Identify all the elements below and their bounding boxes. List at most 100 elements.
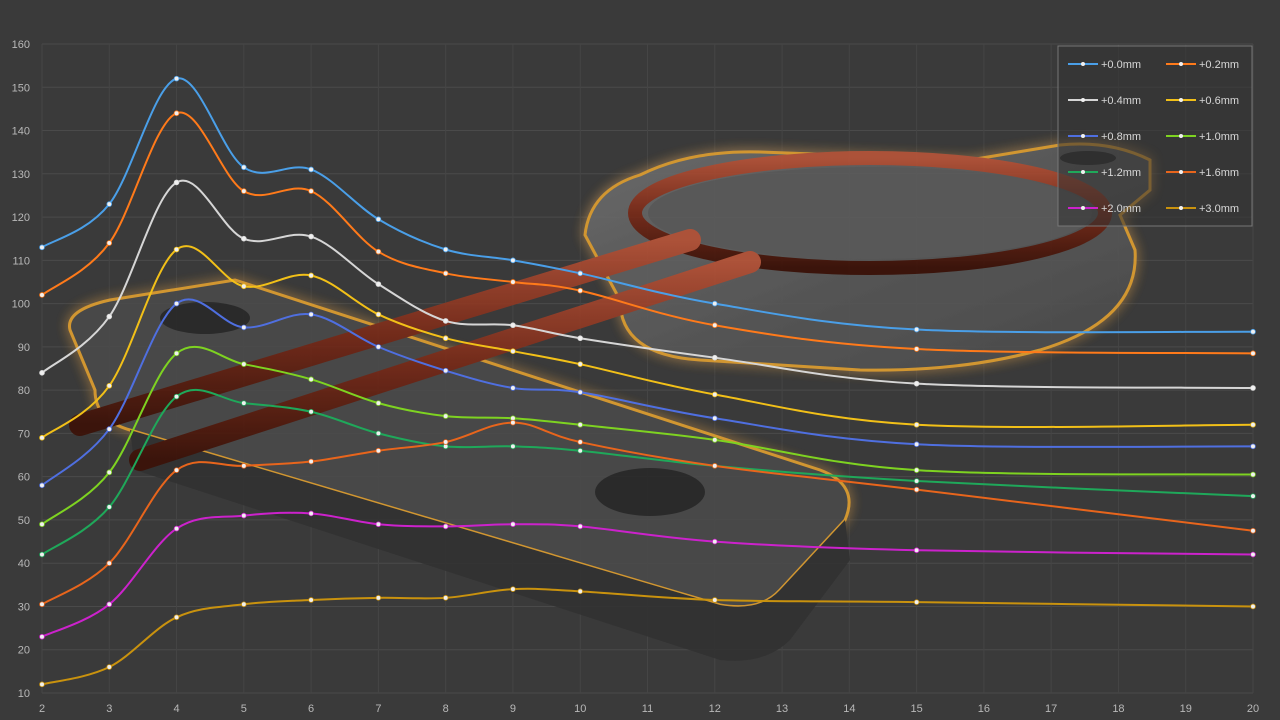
legend-label: +0.0mm bbox=[1101, 59, 1141, 71]
data-point bbox=[375, 216, 382, 223]
data-point bbox=[308, 272, 314, 279]
data-point bbox=[711, 597, 718, 603]
data-point bbox=[375, 447, 382, 454]
data-point bbox=[510, 443, 516, 450]
data-point bbox=[375, 344, 382, 350]
data-point bbox=[510, 586, 516, 592]
data-point bbox=[375, 281, 382, 287]
data-point bbox=[308, 376, 314, 383]
data-point bbox=[510, 279, 516, 285]
legend-label: +0.8mm bbox=[1101, 131, 1141, 143]
y-tick-label: 110 bbox=[12, 255, 30, 267]
data-point bbox=[711, 322, 718, 329]
data-point bbox=[241, 188, 247, 194]
data-point bbox=[711, 463, 718, 469]
data-point bbox=[577, 270, 584, 277]
x-tick-label: 17 bbox=[1045, 703, 1057, 715]
data-point bbox=[39, 681, 45, 688]
data-point bbox=[577, 439, 584, 445]
legend-marker bbox=[1179, 170, 1183, 174]
data-point bbox=[442, 246, 449, 253]
data-point bbox=[510, 521, 516, 528]
x-tick-label: 16 bbox=[978, 703, 990, 715]
legend-marker bbox=[1081, 62, 1085, 66]
x-tick-label: 12 bbox=[709, 703, 721, 715]
line-chart: 102030405060708090100110120130140150160 … bbox=[0, 0, 1280, 720]
data-point bbox=[39, 244, 45, 251]
data-point bbox=[711, 415, 718, 422]
y-tick-label: 160 bbox=[12, 39, 30, 51]
data-point bbox=[375, 400, 382, 406]
legend-marker bbox=[1179, 62, 1183, 66]
data-point bbox=[308, 166, 314, 173]
x-tick-label: 5 bbox=[241, 703, 247, 715]
data-point bbox=[442, 318, 449, 324]
x-tick-label: 8 bbox=[443, 703, 449, 715]
x-tick-label: 15 bbox=[910, 703, 922, 715]
data-point bbox=[39, 551, 45, 558]
data-point bbox=[241, 361, 247, 367]
data-point bbox=[241, 400, 247, 406]
legend-marker bbox=[1179, 98, 1183, 102]
data-point bbox=[308, 311, 314, 318]
data-point bbox=[173, 614, 180, 621]
data-point bbox=[913, 478, 920, 484]
data-point bbox=[577, 588, 584, 595]
legend-label: +0.4mm bbox=[1101, 95, 1141, 107]
data-point bbox=[577, 335, 584, 342]
data-point bbox=[913, 467, 920, 473]
data-point bbox=[106, 383, 113, 389]
x-tick-label: 11 bbox=[642, 703, 653, 715]
data-point bbox=[442, 413, 449, 419]
legend-label: +1.6mm bbox=[1199, 167, 1239, 179]
legend-marker bbox=[1081, 134, 1085, 138]
y-tick-label: 10 bbox=[18, 688, 30, 700]
x-tick-label: 14 bbox=[843, 703, 855, 715]
data-point bbox=[308, 597, 314, 603]
data-point bbox=[711, 538, 718, 545]
data-point bbox=[913, 441, 920, 448]
data-point bbox=[375, 311, 382, 318]
y-tick-label: 70 bbox=[18, 428, 30, 440]
data-point bbox=[308, 233, 314, 240]
y-tick-label: 140 bbox=[12, 126, 30, 138]
data-point bbox=[173, 179, 180, 186]
data-point bbox=[241, 164, 247, 171]
data-point bbox=[442, 595, 449, 601]
data-point bbox=[106, 504, 113, 510]
data-point bbox=[106, 201, 113, 207]
data-point bbox=[241, 283, 247, 290]
data-point bbox=[1250, 471, 1256, 478]
x-tick-label: 7 bbox=[375, 703, 381, 715]
data-point bbox=[173, 467, 180, 473]
y-tick-label: 130 bbox=[12, 169, 30, 181]
data-point bbox=[241, 512, 247, 519]
legend-marker bbox=[1081, 98, 1085, 102]
data-point bbox=[375, 595, 382, 601]
y-tick-label: 90 bbox=[18, 342, 30, 354]
data-point bbox=[442, 367, 449, 374]
legend-marker bbox=[1179, 134, 1183, 138]
data-point bbox=[375, 521, 382, 528]
legend-label: +3.0mm bbox=[1199, 203, 1239, 215]
legend-marker bbox=[1179, 206, 1183, 210]
data-point bbox=[39, 482, 45, 489]
data-point bbox=[241, 601, 247, 608]
x-tick-label: 19 bbox=[1180, 703, 1192, 715]
data-point bbox=[106, 313, 113, 320]
legend-label: +0.6mm bbox=[1199, 95, 1239, 107]
data-point bbox=[39, 521, 45, 528]
legend-label: +1.2mm bbox=[1101, 167, 1141, 179]
data-point bbox=[510, 348, 516, 354]
data-point bbox=[510, 257, 516, 264]
data-point bbox=[1250, 493, 1256, 499]
data-point bbox=[913, 486, 920, 493]
y-tick-label: 40 bbox=[18, 558, 30, 570]
data-point bbox=[106, 240, 113, 246]
x-tick-label: 9 bbox=[510, 703, 516, 715]
legend: +0.0mm +0.2mm +0.4mm +0.6mm +0.8mm +1.0mm +1.2… bbox=[1057, 45, 1253, 227]
data-point bbox=[442, 335, 449, 342]
data-point bbox=[173, 350, 180, 357]
y-tick-label: 60 bbox=[18, 472, 30, 484]
x-tick-label: 6 bbox=[308, 703, 314, 715]
